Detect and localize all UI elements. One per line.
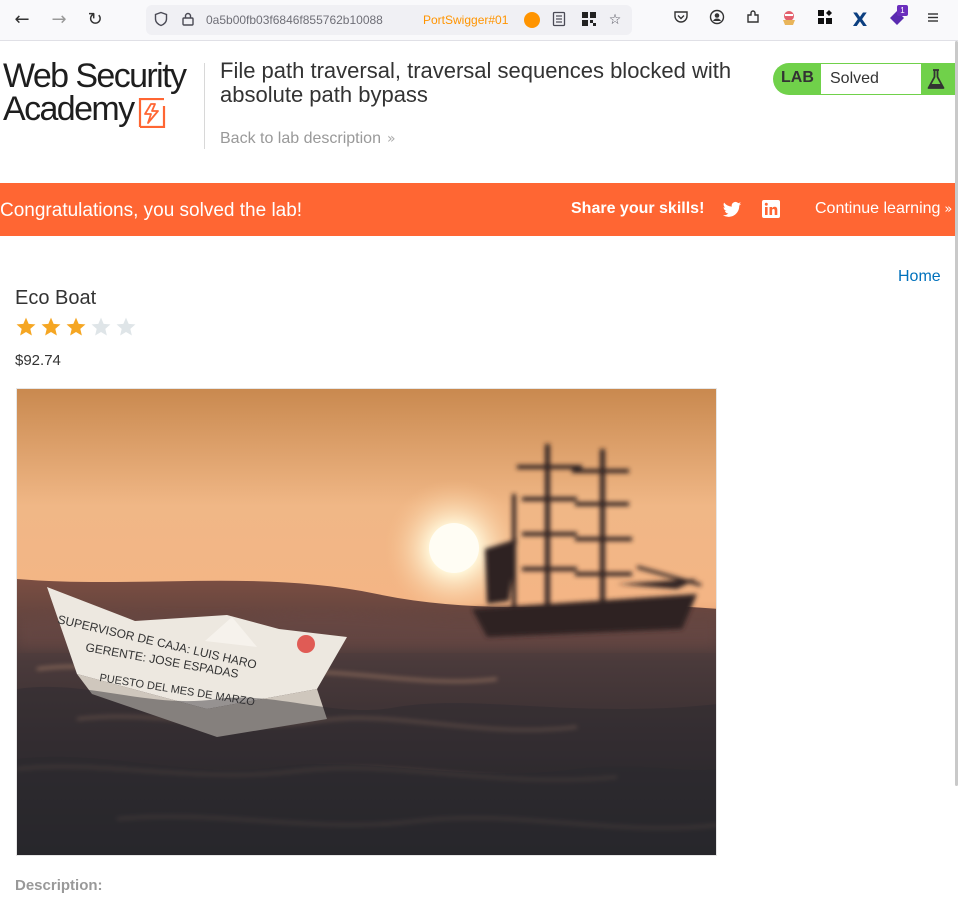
lab-status-widget: LAB Solved — [773, 63, 958, 95]
menu-icon[interactable] — [922, 9, 944, 31]
continue-learning-link[interactable]: Continue learning» — [815, 200, 952, 218]
star-filled-icon — [66, 317, 86, 336]
extension-x-icon[interactable]: X — [849, 9, 871, 31]
star-empty-icon — [116, 317, 136, 336]
logo-bolt-icon — [138, 98, 165, 129]
academy-header: Web Security Academy File path traversal… — [0, 41, 958, 183]
pocket-icon[interactable] — [670, 9, 692, 31]
product-image: SUPERVISOR DE CAJA: LUIS HARO GERENTE: J… — [16, 388, 717, 856]
eco-boat-photo: SUPERVISOR DE CAJA: LUIS HARO GERENTE: J… — [17, 389, 716, 855]
back-link-label: Back to lab description — [220, 130, 381, 147]
continue-learning-label: Continue learning — [815, 200, 941, 217]
reader-view-icon[interactable] — [550, 11, 568, 29]
qr-code-icon[interactable] — [580, 11, 598, 29]
status-box: Solved — [821, 64, 921, 94]
congratulations-banner: Congratulations, you solved the lab! Sha… — [0, 183, 958, 236]
flask-icon — [927, 69, 945, 89]
product-title: Eco Boat — [15, 287, 97, 309]
url-text[interactable]: 0a5b00fb03f6846f855762b10088 — [206, 13, 418, 27]
address-bar[interactable]: 0a5b00fb03f6846f855762b10088 PortSwigger… — [146, 5, 632, 35]
container-indicator-icon — [524, 12, 540, 28]
extensions-icon[interactable] — [742, 9, 764, 31]
linkedin-icon[interactable] — [762, 200, 780, 218]
star-empty-icon — [91, 317, 111, 336]
bookmark-star-icon[interactable]: ☆ — [606, 11, 624, 29]
double-chevron-right-icon: » — [386, 131, 396, 147]
star-filled-icon — [16, 317, 36, 336]
double-chevron-right-icon: » — [944, 202, 953, 217]
extension-grid-icon[interactable] — [814, 9, 836, 31]
description-label: Description: — [15, 877, 103, 894]
container-label: PortSwigger#01 — [423, 13, 509, 27]
shield-icon[interactable] — [152, 11, 170, 29]
star-filled-icon — [41, 317, 61, 336]
lab-status-text: Solved — [830, 70, 879, 87]
account-icon[interactable] — [706, 9, 728, 31]
browser-toolbar: ← → ↻ 0a5b00fb03f6846f855762b10088 PortS… — [0, 0, 958, 41]
lab-badge: LAB — [781, 69, 814, 86]
logo-line-1: Web Security — [3, 57, 187, 95]
web-security-academy-logo[interactable]: Web Security Academy — [3, 57, 203, 129]
extension-a-icon[interactable] — [778, 9, 800, 31]
back-to-description-link[interactable]: Back to lab description » — [220, 130, 396, 148]
product-price: $92.74 — [15, 352, 61, 369]
header-divider — [204, 63, 205, 149]
back-arrow-icon[interactable]: ← — [10, 8, 34, 32]
forward-arrow-icon[interactable]: → — [47, 8, 71, 32]
reload-icon[interactable]: ↻ — [83, 8, 107, 32]
congratulations-message: Congratulations, you solved the lab! — [0, 200, 303, 221]
share-skills-label: Share your skills! — [571, 200, 705, 217]
lock-icon[interactable] — [179, 11, 197, 29]
logo-line-2: Academy — [3, 90, 135, 128]
home-link[interactable]: Home — [898, 268, 941, 286]
twitter-icon[interactable] — [722, 200, 742, 220]
extension-badge-count: 1 — [897, 5, 908, 16]
lab-title: File path traversal, traversal sequences… — [220, 58, 732, 107]
